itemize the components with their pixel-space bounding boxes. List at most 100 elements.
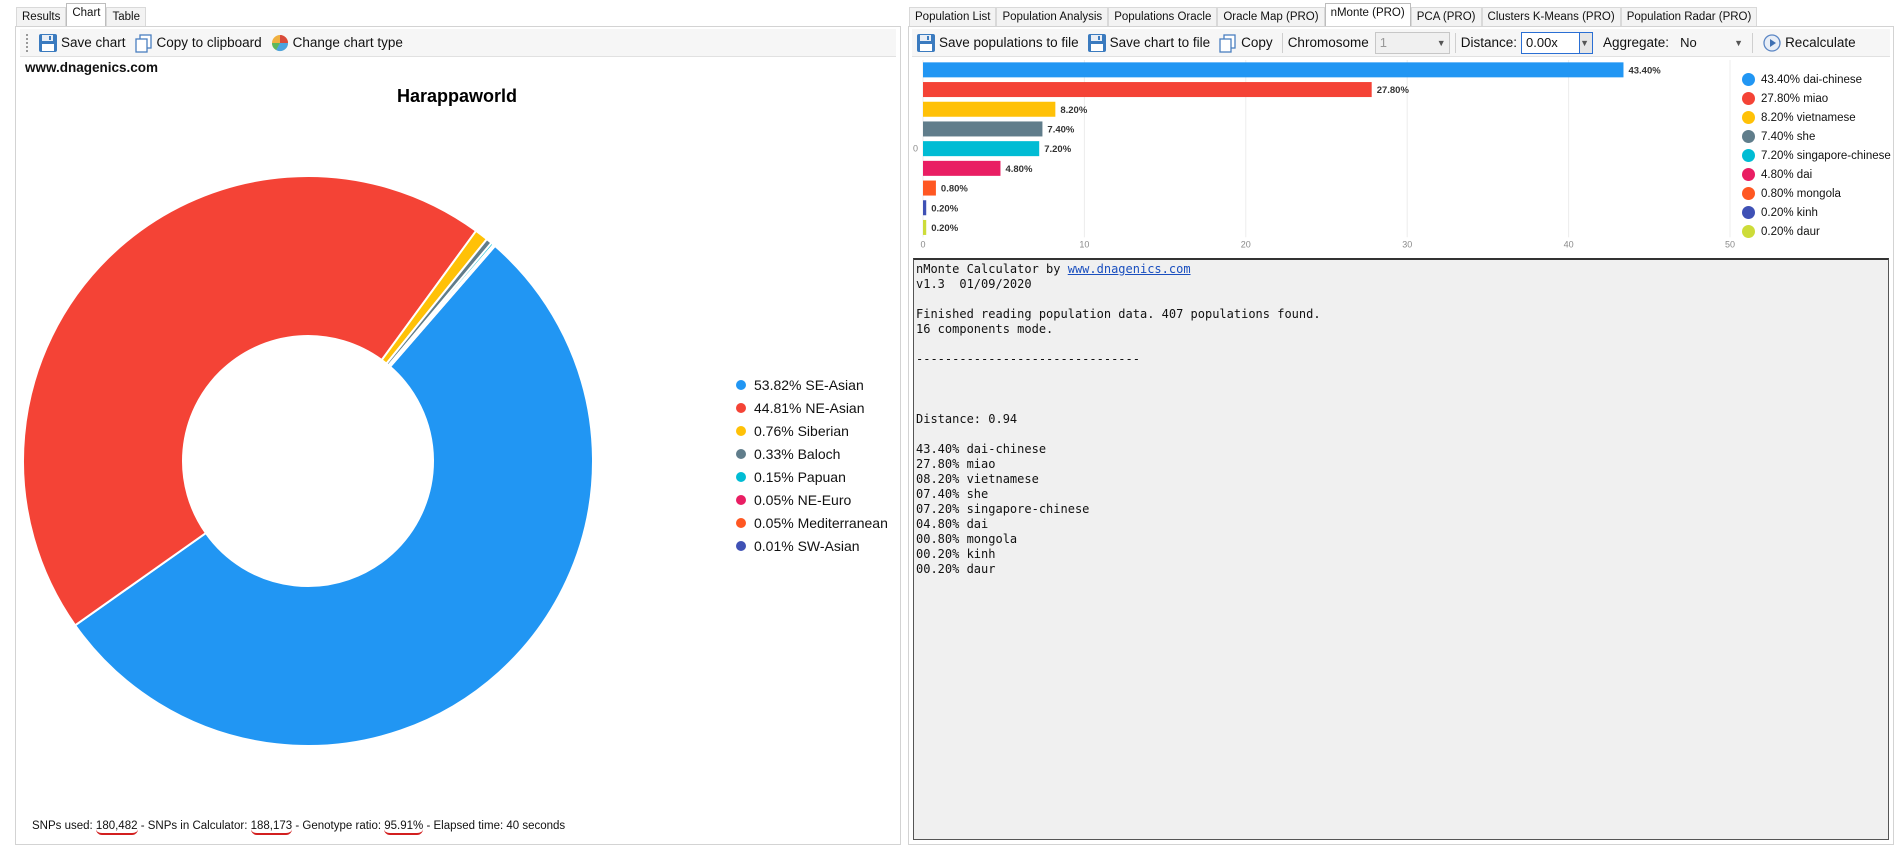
legend-label: 7.40% she	[1761, 130, 1816, 143]
right-tab-strip: Population List Population Analysis Popu…	[909, 0, 1758, 26]
legend-label: 0.33% Baloch	[754, 445, 841, 462]
save-chart-button[interactable]: Save chart	[34, 33, 130, 53]
bar-miao[interactable]	[923, 82, 1372, 98]
legend-marker	[736, 379, 746, 390]
aggregate-select[interactable]: No ▼	[1675, 32, 1747, 54]
legend-label: 0.20% daur	[1761, 225, 1820, 238]
legend-label: 0.20% kinh	[1761, 206, 1818, 219]
legend-item-siberian[interactable]: 0.76% Siberian	[736, 419, 888, 442]
bar-mongola[interactable]	[923, 180, 936, 196]
legend-item-baloch[interactable]: 0.33% Baloch	[736, 442, 888, 465]
bar-value-label: 43.40%	[1628, 65, 1661, 76]
legend-item-sw-asian[interactable]: 0.01% SW-Asian	[736, 534, 888, 557]
tab-chart[interactable]: Chart	[66, 3, 107, 26]
legend-item-vietnamese[interactable]: 8.20% vietnamese	[1742, 108, 1891, 127]
legend-item-singapore-chinese[interactable]: 7.20% singapore-chinese	[1742, 146, 1891, 165]
legend-item-miao[interactable]: 27.80% miao	[1742, 89, 1891, 108]
tab-results[interactable]: Results	[16, 7, 67, 26]
legend-label: 0.76% Siberian	[754, 422, 849, 439]
bar-vietnamese[interactable]	[923, 101, 1056, 117]
tab-oracle-map[interactable]: Oracle Map (PRO)	[1217, 7, 1325, 26]
bar-kinh[interactable]	[923, 200, 927, 216]
distance-label: Distance:	[1460, 35, 1517, 50]
bar-value-label: 0.20%	[931, 223, 958, 234]
tab-population-list[interactable]: Population List	[909, 7, 997, 26]
legend-marker	[1742, 149, 1755, 162]
right-toolbar: Save populations to file Save chart to f…	[912, 29, 1890, 57]
legend-marker	[1742, 73, 1755, 86]
left-tab-strip: Results Chart Table	[16, 0, 146, 26]
aggregate-label: Aggregate:	[1603, 35, 1670, 50]
snps-calc-label: - SNPs in Calculator:	[137, 820, 251, 832]
save-populations-button[interactable]: Save populations to file	[912, 33, 1083, 53]
left-toolbar: Save chart Copy to clipboard Change char…	[20, 29, 896, 57]
toolbar-separator	[1752, 32, 1754, 53]
legend-marker	[736, 448, 746, 459]
nmonte-console[interactable]: nMonte Calculator by www.dnagenics.com v…	[913, 258, 1889, 840]
tab-nmonte[interactable]: nMonte (PRO)	[1324, 3, 1411, 26]
legend-item-she[interactable]: 7.40% she	[1742, 127, 1891, 146]
tab-populations-oracle[interactable]: Populations Oracle	[1108, 7, 1218, 26]
dnagenics-link[interactable]: www.dnagenics.com	[1068, 262, 1191, 276]
recalculate-button[interactable]: Recalculate	[1758, 33, 1860, 53]
bar-value-label: 8.20%	[1060, 105, 1087, 116]
tab-population-radar[interactable]: Population Radar (PRO)	[1620, 7, 1758, 26]
toolbar-grip[interactable]	[26, 33, 30, 52]
donut-chart: Harappaworld	[22, 86, 594, 747]
snps-used-label: SNPs used:	[32, 820, 96, 832]
copy-button[interactable]: Copy	[1214, 33, 1277, 53]
genotype-label: - Genotype ratio:	[292, 820, 385, 832]
toolbar-separator	[1454, 32, 1456, 53]
legend-item-ne-asian[interactable]: 44.81% NE-Asian	[736, 396, 888, 419]
legend-item-se-asian[interactable]: 53.82% SE-Asian	[736, 373, 888, 396]
tab-population-analysis[interactable]: Population Analysis	[996, 7, 1109, 26]
distance-value: 0.00x	[1526, 35, 1558, 50]
legend-marker	[736, 517, 746, 528]
legend-item-papuan[interactable]: 0.15% Papuan	[736, 465, 888, 488]
x-tick-label: 40	[1564, 239, 1574, 249]
snps-used-value: 180,482	[95, 820, 138, 835]
legend-item-kinh[interactable]: 0.20% kinh	[1742, 203, 1891, 222]
change-chart-type-button[interactable]: Change chart type	[266, 33, 407, 53]
y-axis-label: 0	[913, 144, 918, 154]
tab-pca[interactable]: PCA (PRO)	[1410, 7, 1482, 26]
copy-to-clipboard-button[interactable]: Copy to clipboard	[130, 33, 266, 53]
bar-singapore-chinese[interactable]	[923, 141, 1040, 157]
legend-label: 44.81% NE-Asian	[754, 399, 865, 416]
save-chart-file-label: Save chart to file	[1109, 35, 1211, 50]
legend-label: 43.40% dai-chinese	[1761, 73, 1863, 86]
legend-marker	[736, 425, 746, 436]
play-circle-icon	[1763, 33, 1781, 52]
chromosome-select[interactable]: 1 ▼	[1374, 31, 1450, 54]
bar-value-label: 7.40%	[1047, 124, 1074, 135]
legend-marker	[1742, 187, 1755, 200]
nmonte-bar-chart: 0 10 20 30 40 50 0 43.40% 27.80% 8.20% 7.40% 7.20% 4…	[913, 60, 1735, 249]
tab-clusters-kmeans[interactable]: Clusters K-Means (PRO)	[1481, 7, 1621, 26]
legend-label: 0.05% NE-Euro	[754, 491, 852, 508]
bar-value-label: 0.80%	[941, 184, 968, 195]
tab-table[interactable]: Table	[106, 7, 146, 26]
bar-dai-chinese[interactable]	[923, 62, 1624, 78]
bar-value-label: 27.80%	[1377, 85, 1410, 96]
x-tick-label: 20	[1241, 239, 1251, 249]
chart-title: Harappaworld	[397, 86, 517, 106]
genotype-value: 95.91%	[384, 820, 424, 835]
recalculate-label: Recalculate	[1785, 35, 1856, 50]
legend-item-dai[interactable]: 4.80% dai	[1742, 165, 1891, 184]
legend-marker	[1742, 111, 1755, 124]
legend-label: 0.05% Mediterranean	[754, 514, 888, 531]
distance-select[interactable]: 0.00x ▼	[1521, 31, 1593, 54]
save-chart-file-button[interactable]: Save chart to file	[1083, 33, 1215, 53]
bar-dai[interactable]	[923, 160, 1001, 176]
console-prefix: nMonte Calculator by	[916, 262, 1068, 276]
status-bar: SNPs used: 180,482 - SNPs in Calculator:…	[32, 820, 566, 835]
legend-item-daur[interactable]: 0.20% daur	[1742, 222, 1891, 241]
legend-item-dai-chinese[interactable]: 43.40% dai-chinese	[1742, 70, 1891, 89]
legend-item-ne-euro[interactable]: 0.05% NE-Euro	[736, 488, 888, 511]
legend-item-mongola[interactable]: 0.80% mongola	[1742, 184, 1891, 203]
bar-she[interactable]	[923, 121, 1043, 137]
save-populations-label: Save populations to file	[939, 35, 1079, 50]
bar-daur[interactable]	[923, 219, 927, 235]
legend-item-mediterranean[interactable]: 0.05% Mediterranean	[736, 511, 888, 534]
elapsed-time: - Elapsed time: 40 seconds	[423, 820, 566, 832]
